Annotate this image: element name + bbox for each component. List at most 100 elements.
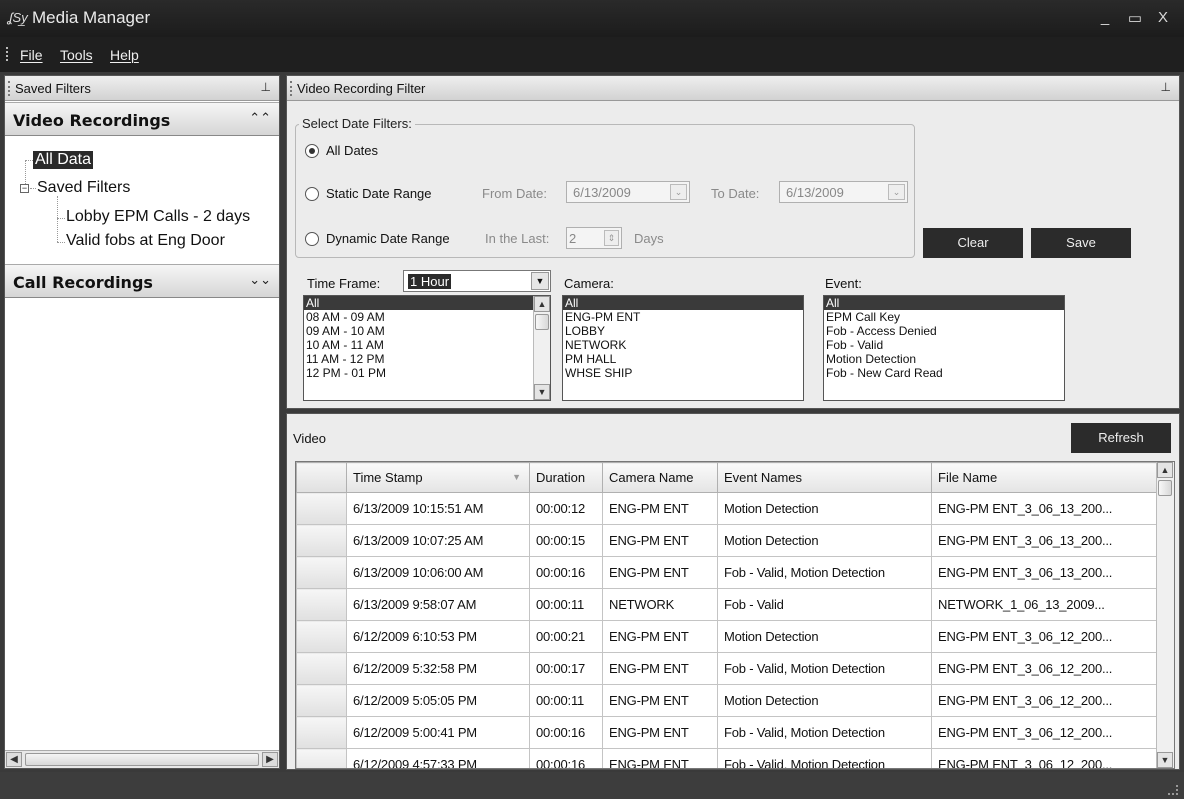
scrollbar-thumb[interactable] [25, 753, 259, 766]
table-row[interactable]: 6/13/2009 10:15:51 AM 00:00:12 ENG-PM ENT M… [296, 492, 1158, 525]
minimize-button[interactable]: _ [1094, 9, 1116, 26]
double-chevron-down-icon[interactable]: ⌄⌄ [249, 272, 271, 288]
list-item[interactable]: 11 AM - 12 PM [304, 352, 550, 366]
table-row[interactable]: 6/13/2009 10:06:00 AM 00:00:16 ENG-PM ENT F… [296, 556, 1158, 589]
row-selector[interactable] [296, 748, 347, 768]
chevron-down-icon[interactable]: ⌄ [670, 184, 687, 200]
cell-event-names: Motion Detection [717, 524, 932, 557]
scroll-up-icon[interactable]: ▲ [534, 296, 550, 312]
tree-item-valid-fobs[interactable]: Valid fobs at Eng Door [66, 232, 225, 250]
column-header-file-name[interactable]: File Name [931, 462, 1158, 493]
list-item[interactable]: Fob - Valid [824, 338, 1064, 352]
pane-grip-icon[interactable] [290, 81, 292, 96]
sort-descending-icon: ▼ [512, 472, 521, 482]
from-date-picker[interactable]: 6/13/2009 ⌄ [566, 181, 690, 203]
scroll-left-icon[interactable]: ◀ [6, 752, 22, 767]
scroll-down-icon[interactable]: ▼ [534, 384, 550, 400]
maximize-button[interactable]: ▭ [1124, 9, 1146, 27]
clear-button[interactable]: Clear [923, 228, 1023, 258]
row-selector[interactable] [296, 652, 347, 685]
list-item[interactable]: All [563, 296, 803, 310]
scroll-down-icon[interactable]: ▼ [1157, 752, 1173, 768]
table-row[interactable]: 6/12/2009 5:00:41 PM 00:00:16 ENG-PM ENT Fo… [296, 716, 1158, 749]
title-bar: ʆS͟y Media Manager _ ▭ X [0, 0, 1184, 37]
scroll-up-icon[interactable]: ▲ [1157, 462, 1173, 478]
column-header-camera-name[interactable]: Camera Name [602, 462, 718, 493]
video-recordings-section[interactable]: Video Recordings ⌃⌃ [5, 102, 279, 136]
camera-list[interactable]: All ENG-PM ENT LOBBY NETWORK PM HALL WHS… [562, 295, 804, 401]
scroll-right-icon[interactable]: ▶ [262, 752, 278, 767]
list-item[interactable]: NETWORK [563, 338, 803, 352]
list-item[interactable]: All [304, 296, 550, 310]
table-row[interactable]: 6/12/2009 5:05:05 PM 00:00:11 ENG-PM ENT Mo… [296, 684, 1158, 717]
row-selector[interactable] [296, 716, 347, 749]
column-header-duration[interactable]: Duration [529, 462, 603, 493]
list-item[interactable]: 10 AM - 11 AM [304, 338, 550, 352]
double-chevron-up-icon[interactable]: ⌃⌃ [249, 110, 271, 126]
list-item[interactable]: ENG-PM ENT [563, 310, 803, 324]
radio-all-dates[interactable] [305, 144, 319, 158]
pane-grip-icon[interactable] [8, 81, 10, 96]
row-selector[interactable] [296, 492, 347, 525]
time-list-scrollbar[interactable]: ▲ ▼ [533, 296, 550, 400]
call-recordings-section[interactable]: Call Recordings ⌄⌄ [5, 264, 279, 298]
list-item[interactable]: 12 PM - 01 PM [304, 366, 550, 380]
list-item[interactable]: Fob - New Card Read [824, 366, 1064, 380]
row-selector[interactable] [296, 524, 347, 557]
pushpin-icon[interactable]: ⊥ [1161, 80, 1171, 94]
tree-connector [57, 218, 65, 219]
list-item[interactable]: LOBBY [563, 324, 803, 338]
menu-tools[interactable]: Tools [60, 47, 93, 63]
row-selector[interactable] [296, 620, 347, 653]
resize-grip-icon[interactable] [1168, 785, 1178, 795]
list-item[interactable]: 08 AM - 09 AM [304, 310, 550, 324]
menu-file[interactable]: File [20, 47, 43, 63]
list-item[interactable]: Fob - Access Denied [824, 324, 1064, 338]
scrollbar-thumb[interactable] [1158, 480, 1172, 496]
collapse-icon[interactable]: − [20, 184, 29, 193]
radio-static-date-range[interactable] [305, 187, 319, 201]
list-item[interactable]: Motion Detection [824, 352, 1064, 366]
list-item[interactable]: EPM Call Key [824, 310, 1064, 324]
table-row[interactable]: 6/13/2009 9:58:07 AM 00:00:11 NETWORK Fob -… [296, 588, 1158, 621]
table-row[interactable]: 6/13/2009 10:07:25 AM 00:00:15 ENG-PM ENT M… [296, 524, 1158, 557]
in-the-last-stepper[interactable]: 2 ⇕ [566, 227, 622, 249]
left-pane-horizontal-scrollbar[interactable]: ◀ ▶ [5, 750, 279, 768]
table-row[interactable]: 6/12/2009 4:57:33 PM 00:00:16 ENG-PM ENT Fo… [296, 748, 1158, 768]
row-selector[interactable] [296, 588, 347, 621]
save-button[interactable]: Save [1031, 228, 1131, 258]
column-header-time-stamp[interactable]: Time Stamp ▼ [346, 462, 530, 493]
saved-filters-pane: Saved Filters ⊥ Video Recordings ⌃⌃ All … [4, 75, 280, 769]
static-date-range-label: Static Date Range [326, 186, 432, 201]
scrollbar-thumb[interactable] [535, 314, 549, 330]
close-button[interactable]: X [1152, 9, 1174, 26]
grid-scrollbar-track[interactable]: ▲ ▼ [1156, 462, 1174, 768]
list-item[interactable]: All [824, 296, 1064, 310]
time-frame-list[interactable]: All 08 AM - 09 AM 09 AM - 10 AM 10 AM - … [303, 295, 551, 401]
list-item[interactable]: WHSE SHIP [563, 366, 803, 380]
event-list[interactable]: All EPM Call Key Fob - Access Denied Fob… [823, 295, 1065, 401]
stepper-arrows-icon[interactable]: ⇕ [604, 230, 619, 246]
table-row[interactable]: 6/12/2009 5:32:58 PM 00:00:17 ENG-PM ENT Fo… [296, 652, 1158, 685]
tree-item-lobby-epm-calls[interactable]: Lobby EPM Calls - 2 days [66, 208, 250, 226]
cell-time-stamp: 6/12/2009 4:57:33 PM [346, 748, 530, 768]
toolbar-grip-icon[interactable] [6, 47, 9, 61]
tree-item-all-data[interactable]: All Data [33, 151, 94, 169]
grid-header-row: Time Stamp ▼ Duration Camera Name Event N… [296, 462, 1158, 493]
menu-help[interactable]: Help [110, 47, 139, 63]
column-header-event-names[interactable]: Event Names [717, 462, 932, 493]
refresh-button[interactable]: Refresh [1071, 423, 1171, 453]
chevron-down-icon[interactable]: ▼ [531, 272, 549, 290]
list-item[interactable]: 09 AM - 10 AM [304, 324, 550, 338]
chevron-down-icon[interactable]: ⌄ [888, 184, 905, 200]
pushpin-icon[interactable]: ⊥ [261, 80, 271, 94]
list-item[interactable]: PM HALL [563, 352, 803, 366]
tree-item-saved-filters[interactable]: Saved Filters [37, 179, 130, 197]
radio-dynamic-date-range[interactable] [305, 232, 319, 246]
row-selector[interactable] [296, 556, 347, 589]
grid-vertical-scrollbar[interactable]: ▲ ▼ [1156, 462, 1174, 768]
time-frame-select[interactable]: 1 Hour ▼ [403, 270, 551, 292]
table-row[interactable]: 6/12/2009 6:10:53 PM 00:00:21 ENG-PM ENT Mo… [296, 620, 1158, 653]
row-selector[interactable] [296, 684, 347, 717]
to-date-picker[interactable]: 6/13/2009 ⌄ [779, 181, 908, 203]
